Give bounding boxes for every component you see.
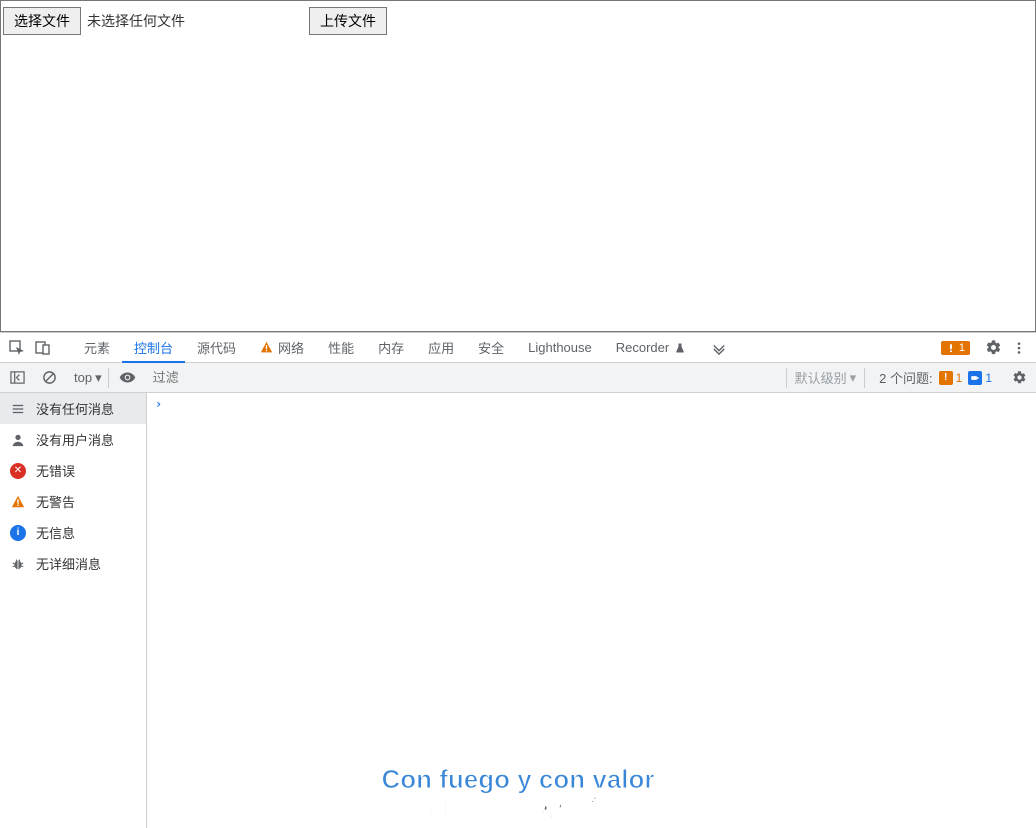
tab-memory-label: 内存 bbox=[378, 338, 404, 357]
warning-triangle-icon bbox=[10, 494, 26, 510]
sidebar-label-info: 无信息 bbox=[36, 523, 75, 542]
toggle-device-icon[interactable] bbox=[30, 335, 56, 361]
toggle-sidebar-icon[interactable] bbox=[4, 365, 30, 391]
warnings-count: 1 bbox=[959, 342, 965, 354]
console-toolbar: top ▾ 默认级别 ▾ 2 个问题: ! 1 1 bbox=[0, 363, 1036, 393]
file-status-text: 未选择任何文件 bbox=[87, 11, 185, 31]
console-output[interactable]: › bbox=[147, 393, 1036, 828]
tab-network-label: 网络 bbox=[278, 338, 304, 357]
tab-recorder[interactable]: Recorder bbox=[604, 333, 698, 363]
tab-elements-label: 元素 bbox=[84, 338, 110, 357]
sidebar-item-errors[interactable]: ✕ 无错误 bbox=[0, 455, 146, 486]
tab-elements[interactable]: 元素 bbox=[72, 333, 122, 363]
sidebar-label-user: 没有用户消息 bbox=[36, 430, 114, 449]
tab-security-label: 安全 bbox=[478, 338, 504, 357]
sidebar-item-warnings[interactable]: 无警告 bbox=[0, 486, 146, 517]
issue-warn-count: 1 bbox=[956, 371, 963, 385]
page-content-area: 选择文件 未选择任何文件 上传文件 bbox=[0, 0, 1036, 332]
issue-info-chip: 1 bbox=[968, 371, 992, 385]
tab-sources-label: 源代码 bbox=[197, 338, 236, 357]
clear-console-icon[interactable] bbox=[36, 365, 62, 391]
warnings-badge[interactable]: 1 bbox=[941, 341, 970, 355]
sidebar-label-all: 没有任何消息 bbox=[36, 399, 114, 418]
console-prompt-caret-icon: › bbox=[155, 397, 162, 411]
issues-block[interactable]: 2 个问题: ! 1 1 bbox=[871, 368, 1000, 387]
exclaim-icon bbox=[946, 343, 956, 353]
inspect-element-icon[interactable] bbox=[4, 335, 30, 361]
info-square-icon bbox=[968, 371, 982, 385]
live-expression-eye-icon[interactable] bbox=[115, 365, 141, 391]
tab-performance[interactable]: 性能 bbox=[316, 333, 366, 363]
filter-input[interactable] bbox=[147, 366, 780, 389]
execution-context-select[interactable]: top ▾ bbox=[68, 368, 109, 388]
info-circle-icon: i bbox=[10, 525, 26, 541]
tab-security[interactable]: 安全 bbox=[466, 333, 516, 363]
console-sidebar: 没有任何消息 没有用户消息 ✕ 无错误 无警告 i 无信息 bbox=[0, 393, 147, 828]
tab-console[interactable]: 控制台 bbox=[122, 333, 185, 363]
tab-console-label: 控制台 bbox=[134, 338, 173, 357]
console-body: 没有任何消息 没有用户消息 ✕ 无错误 无警告 i 无信息 bbox=[0, 393, 1036, 828]
upload-file-button[interactable]: 上传文件 bbox=[309, 7, 387, 35]
sidebar-label-errors: 无错误 bbox=[36, 461, 75, 480]
sidebar-label-warnings: 无警告 bbox=[36, 492, 75, 511]
sidebar-item-user-messages[interactable]: 没有用户消息 bbox=[0, 424, 146, 455]
tab-application-label: 应用 bbox=[428, 338, 454, 357]
tab-recorder-label: Recorder bbox=[616, 340, 669, 355]
tab-performance-label: 性能 bbox=[328, 338, 354, 357]
devtools-tabbar: 元素 控制台 源代码 网络 性能 内存 应用 安全 Lighthouse Rec… bbox=[0, 333, 1036, 363]
chevron-down-icon: ▾ bbox=[850, 370, 857, 386]
error-circle-icon: ✕ bbox=[10, 463, 26, 479]
settings-gear-icon[interactable] bbox=[980, 335, 1006, 361]
file-upload-row: 选择文件 未选择任何文件 上传文件 bbox=[1, 1, 1035, 41]
warning-triangle-icon bbox=[260, 341, 273, 354]
tab-memory[interactable]: 内存 bbox=[366, 333, 416, 363]
bug-icon bbox=[10, 556, 26, 572]
context-label: top bbox=[74, 370, 92, 385]
console-settings-gear-icon[interactable] bbox=[1006, 365, 1032, 391]
tab-application[interactable]: 应用 bbox=[416, 333, 466, 363]
levels-label: 默认级别 bbox=[795, 368, 847, 387]
log-levels-select[interactable]: 默认级别 ▾ bbox=[786, 368, 866, 388]
issue-info-count: 1 bbox=[985, 371, 992, 385]
user-icon bbox=[10, 432, 26, 448]
flask-icon bbox=[674, 342, 686, 354]
more-tabs-icon[interactable] bbox=[706, 335, 732, 361]
sidebar-label-verbose: 无详细消息 bbox=[36, 554, 101, 573]
list-icon bbox=[10, 401, 26, 417]
issue-warn-chip: ! 1 bbox=[939, 371, 963, 385]
warn-square-icon: ! bbox=[939, 371, 953, 385]
kebab-menu-icon[interactable] bbox=[1006, 335, 1032, 361]
issues-label: 2 个问题: bbox=[879, 368, 932, 387]
tab-lighthouse[interactable]: Lighthouse bbox=[516, 333, 604, 363]
sidebar-item-info[interactable]: i 无信息 bbox=[0, 517, 146, 548]
sidebar-item-all-messages[interactable]: 没有任何消息 bbox=[0, 393, 146, 424]
tab-sources[interactable]: 源代码 bbox=[185, 333, 248, 363]
chevron-down-icon: ▾ bbox=[95, 370, 102, 386]
tab-network[interactable]: 网络 bbox=[248, 333, 316, 363]
devtools-panel: 元素 控制台 源代码 网络 性能 内存 应用 安全 Lighthouse Rec… bbox=[0, 332, 1036, 828]
choose-file-button[interactable]: 选择文件 bbox=[3, 7, 81, 35]
sidebar-item-verbose[interactable]: 无详细消息 bbox=[0, 548, 146, 579]
tab-lighthouse-label: Lighthouse bbox=[528, 340, 592, 355]
